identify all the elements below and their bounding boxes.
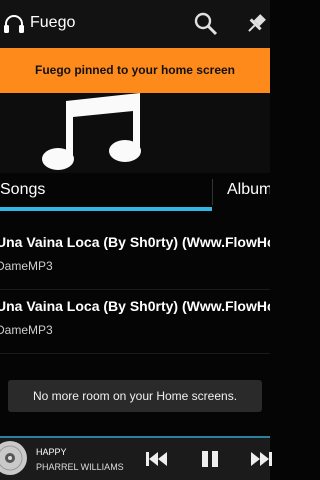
- previous-icon[interactable]: [144, 446, 170, 472]
- no-room-toast-text: No more room on your Home screens.: [32, 389, 238, 403]
- song-artist: DameMP3: [0, 323, 53, 337]
- song-artist: DameMP3: [0, 259, 53, 273]
- next-icon[interactable]: [248, 446, 274, 472]
- song-title: Una Vaina Loca (By Sh0rty) (Www.FlowHoT.…: [0, 234, 270, 250]
- disc-icon: [0, 441, 27, 475]
- no-room-toast: No more room on your Home screens.: [8, 380, 262, 412]
- now-playing-artist: PHARREL WILLIAMS: [36, 462, 124, 472]
- song-title: Una Vaina Loca (By Sh0rty) (Www.FlowHoT.…: [0, 298, 270, 314]
- headphones-icon[interactable]: [2, 12, 26, 36]
- pin-icon[interactable]: [244, 12, 268, 36]
- song-list: Una Vaina Loca (By Sh0rty) (Www.FlowHoT.…: [0, 226, 270, 354]
- search-icon[interactable]: [193, 11, 219, 37]
- tab-selected-indicator: [0, 207, 212, 211]
- list-item[interactable]: Una Vaina Loca (By Sh0rty) (Www.FlowHoT.…: [0, 290, 270, 354]
- tab-albums-label: Albums: [227, 181, 270, 198]
- tab-songs[interactable]: Songs: [0, 173, 212, 211]
- header-artwork: [0, 93, 270, 173]
- tab-songs-label: Songs: [0, 181, 46, 198]
- app-title: Fuego: [30, 14, 76, 31]
- pinned-toast: Fuego pinned to your home screen: [0, 48, 270, 93]
- pause-icon[interactable]: [198, 446, 222, 472]
- action-bar: Fuego: [0, 0, 270, 48]
- now-playing-bar[interactable]: HAPPY PHARREL WILLIAMS: [0, 436, 272, 480]
- pinned-toast-text: Fuego pinned to your home screen: [34, 63, 236, 77]
- now-playing-title: HAPPY: [36, 447, 67, 457]
- list-item[interactable]: Una Vaina Loca (By Sh0rty) (Www.FlowHoT.…: [0, 226, 270, 290]
- tab-bar: Songs Albums: [0, 173, 270, 211]
- tab-albums[interactable]: Albums: [213, 173, 270, 211]
- music-note-icon: [42, 93, 141, 170]
